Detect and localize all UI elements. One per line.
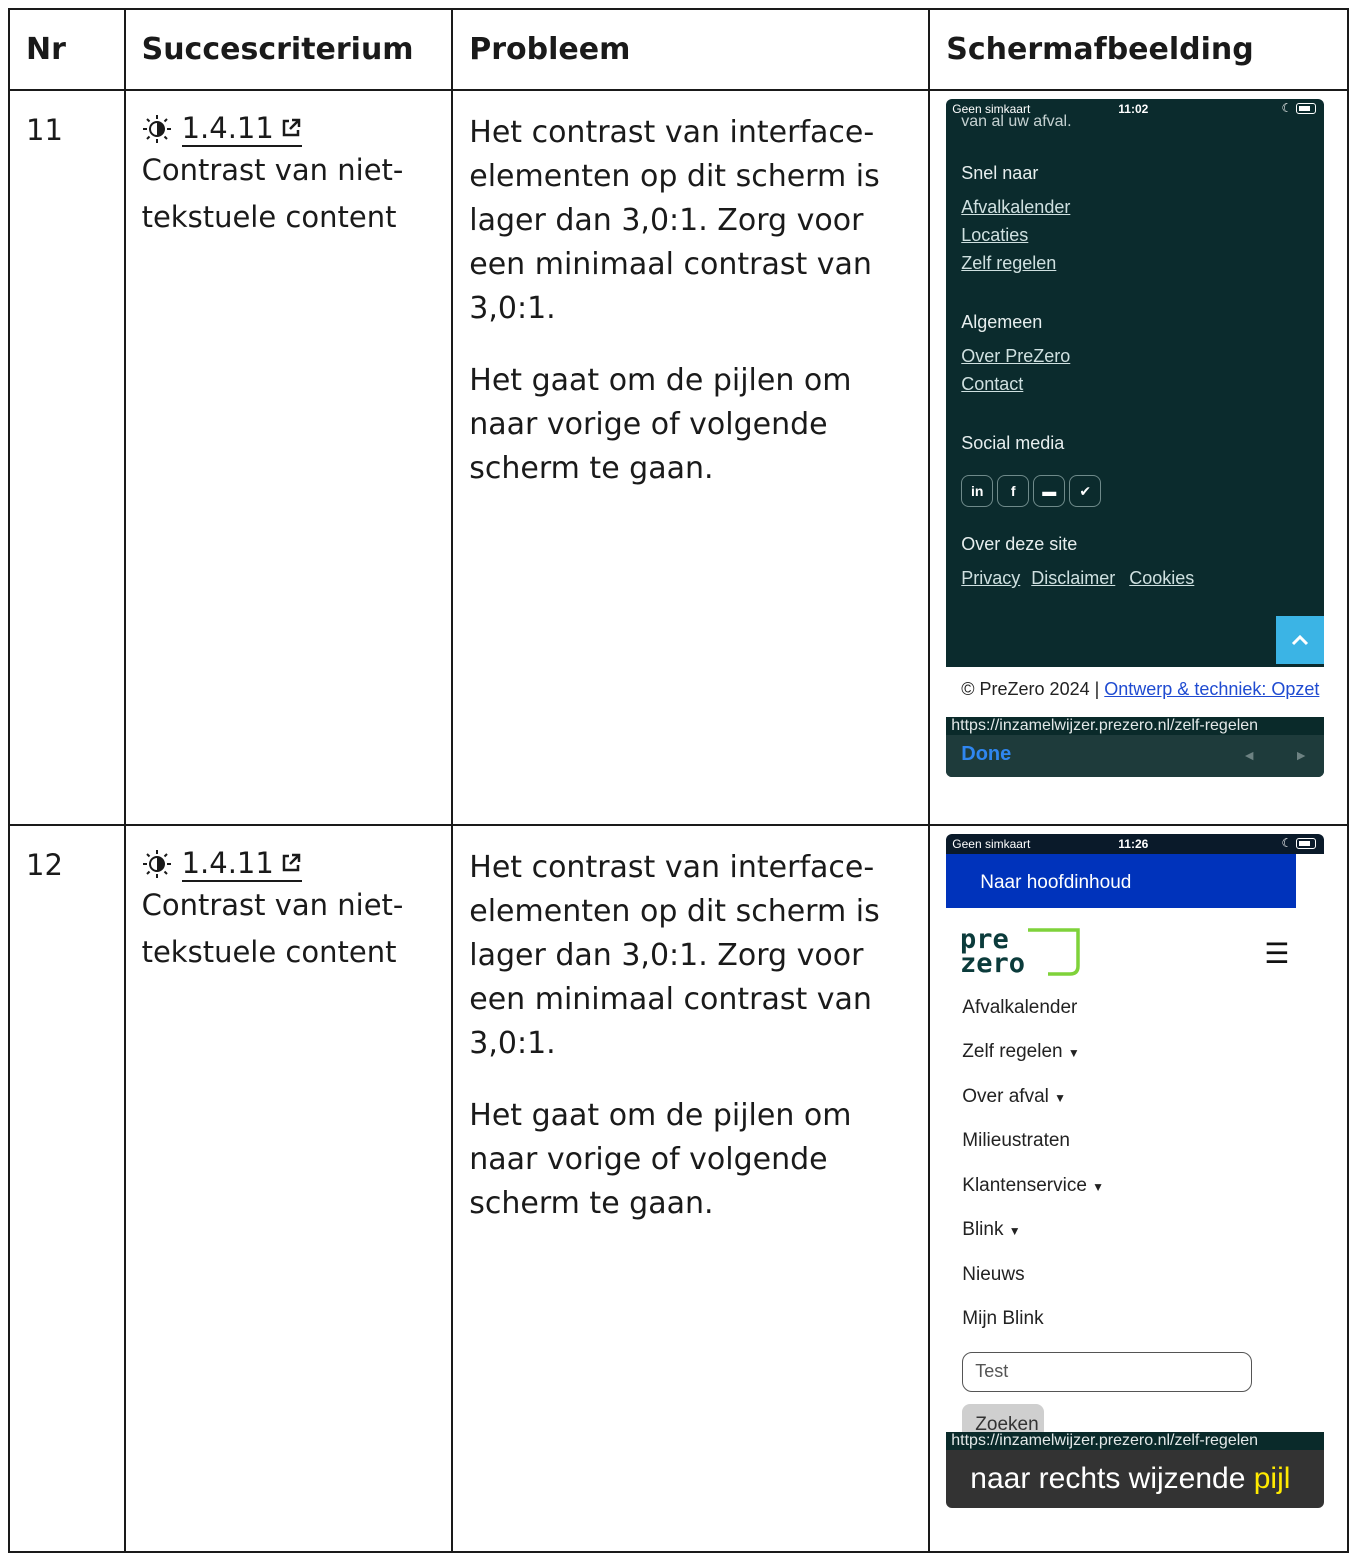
battery-icon: [1296, 103, 1317, 114]
scroll-to-top-button[interactable]: [1276, 616, 1325, 664]
link-over-prezero[interactable]: Over PreZero: [961, 346, 1070, 367]
hamburger-menu-icon[interactable]: ☰: [1264, 937, 1289, 970]
url-preview: https://inzamelwijzer.prezero.nl/zelf-re…: [946, 1432, 1325, 1450]
facebook-icon[interactable]: f: [997, 475, 1030, 507]
status-time: 11:02: [1118, 102, 1149, 116]
chevron-up-icon: [1292, 634, 1309, 646]
link-disclaimer[interactable]: Disclaimer: [1031, 568, 1115, 589]
url-preview: https://inzamelwijzer.prezero.nl/zelf-re…: [946, 717, 1325, 735]
table-row: 12 1.4.11 Contrast van niet-tekstuele co…: [8, 824, 1349, 1553]
caret-down-icon: ▼: [1008, 1224, 1021, 1238]
screenshot-cell: Geen simkaart 11:26 ☾ Naar hoofdinhoud p…: [928, 824, 1349, 1553]
heading-social-media: Social media: [961, 433, 1065, 453]
status-bar: Geen simkaart 11:26 ☾: [946, 834, 1325, 854]
voiceover-highlight: pijl: [1253, 1462, 1291, 1495]
external-link-icon: [282, 853, 301, 872]
link-locaties[interactable]: Locaties: [961, 225, 1028, 246]
row-number: 12: [8, 824, 126, 1553]
menu-item-label: Over afval: [962, 1086, 1049, 1107]
menu-item-zelf-regelen[interactable]: Zelf regelen ▼: [962, 1041, 1080, 1063]
problem-paragraph: Het gaat om de pijlen om naar vorige of …: [469, 363, 852, 486]
link-privacy[interactable]: Privacy: [961, 568, 1020, 589]
caret-down-icon: ▼: [1054, 1091, 1067, 1105]
previous-arrow-icon[interactable]: ◄: [1242, 747, 1256, 763]
table-row: 11 1.4.11 Contrast van niet-tekstuele co…: [8, 89, 1349, 826]
twitter-icon[interactable]: ✔: [1069, 475, 1102, 507]
header-criterion: Succescriterium: [123, 8, 454, 91]
moon-icon: ☾: [1281, 836, 1293, 850]
criterion-cell: 1.4.11 Contrast van niet-tekstuele conte…: [123, 89, 454, 826]
problem-paragraph: Het contrast van interface-elementen op …: [469, 850, 880, 1061]
menu-item-mijn-blink[interactable]: Mijn Blink: [962, 1308, 1043, 1330]
menu-item-label: Zelf regelen: [962, 1041, 1063, 1062]
findings-table: Nr Succescriterium Probleem Schermafbeel…: [8, 8, 1349, 1553]
done-button[interactable]: Done: [961, 743, 1011, 766]
contrast-icon: [142, 850, 171, 878]
criterion-cell: 1.4.11 Contrast van niet-tekstuele conte…: [123, 824, 454, 1553]
criterion-code: 1.4.11: [181, 846, 274, 880]
menu-item-afvalkalender[interactable]: Afvalkalender: [962, 997, 1077, 1019]
site-footer: © PreZero 2024 | Ontwerp & techniek: Opz…: [946, 667, 1325, 719]
link-contact[interactable]: Contact: [961, 374, 1023, 395]
menu-item-label: Blink: [962, 1219, 1004, 1240]
caret-down-icon: ▼: [1067, 1046, 1080, 1060]
keyboard-toolbar: Done ◄ ►: [946, 735, 1325, 777]
footer-credit-link[interactable]: Ontwerp & techniek: Opzet: [1104, 679, 1319, 699]
social-icons: in f ▬ ✔: [961, 475, 1102, 507]
criterion-link[interactable]: 1.4.11: [181, 111, 302, 147]
row-number: 11: [8, 89, 126, 826]
contrast-icon: [142, 115, 171, 143]
problem-paragraph: Het contrast van interface-elementen op …: [469, 115, 880, 326]
status-time: 11:26: [1118, 837, 1149, 851]
moon-icon: ☾: [1281, 101, 1293, 115]
link-cookies[interactable]: Cookies: [1129, 568, 1194, 589]
search-input[interactable]: Test: [962, 1352, 1253, 1392]
linkedin-icon[interactable]: in: [961, 475, 994, 507]
problem-cell: Het contrast van interface-elementen op …: [451, 824, 931, 1553]
menu-item-milieustraten[interactable]: Milieustraten: [962, 1130, 1070, 1152]
problem-cell: Het contrast van interface-elementen op …: [451, 89, 931, 826]
criterion-name: Contrast van niet-tekstuele content: [141, 888, 404, 969]
menu-item-blink[interactable]: Blink ▼: [962, 1219, 1020, 1241]
link-afvalkalender[interactable]: Afvalkalender: [961, 197, 1070, 218]
prezero-logo: pre zero: [960, 924, 1081, 976]
caret-down-icon: ▼: [1092, 1180, 1105, 1194]
heading-over-deze-site: Over deze site: [961, 534, 1078, 554]
header-screenshot: Schermafbeelding: [928, 8, 1349, 91]
footer-copyright: © PreZero 2024 |: [961, 679, 1105, 699]
youtube-icon[interactable]: ▬: [1033, 475, 1066, 507]
menu-item-over-afval[interactable]: Over afval ▼: [962, 1086, 1066, 1108]
heading-snel-naar: Snel naar: [961, 163, 1039, 183]
menu-item-klantenservice[interactable]: Klantenservice ▼: [962, 1175, 1104, 1197]
criterion-link[interactable]: 1.4.11: [181, 846, 302, 882]
screenshot-cell: Geen simkaart 11:02 ☾ van al uw afval. S…: [928, 89, 1349, 826]
menu-item-nieuws[interactable]: Nieuws: [962, 1264, 1024, 1286]
screenshot-footer-menu: Geen simkaart 11:02 ☾ van al uw afval. S…: [946, 99, 1325, 777]
problem-paragraph: Het gaat om de pijlen om naar vorige of …: [469, 1098, 852, 1221]
criterion-code: 1.4.11: [181, 111, 274, 145]
criterion-name: Contrast van niet-tekstuele content: [141, 153, 404, 234]
battery-icon: [1296, 838, 1317, 849]
heading-algemeen: Algemeen: [961, 312, 1043, 332]
skip-link-bar: Naar hoofdinhoud: [946, 854, 1297, 908]
header-row: Nr Succescriterium Probleem Schermafbeel…: [8, 8, 1349, 91]
status-carrier: Geen simkaart: [952, 837, 1031, 851]
screenshot-mobile-menu: Geen simkaart 11:26 ☾ Naar hoofdinhoud p…: [946, 834, 1325, 1508]
skip-to-content-link[interactable]: Naar hoofdinhoud: [980, 872, 1131, 894]
logo-text-bottom: zero: [960, 948, 1025, 976]
menu-item-label: Klantenservice: [962, 1175, 1087, 1196]
link-zelf-regelen[interactable]: Zelf regelen: [961, 253, 1056, 274]
header-problem: Probleem: [451, 8, 931, 91]
next-arrow-icon[interactable]: ►: [1294, 747, 1308, 763]
voiceover-caption: naar rechts wijzende pijl: [946, 1450, 1325, 1508]
voiceover-text: naar rechts wijzende: [970, 1462, 1254, 1495]
external-link-icon: [282, 118, 301, 137]
cut-off-text: van al uw afval.: [961, 113, 1072, 130]
header-nr: Nr: [8, 8, 126, 91]
